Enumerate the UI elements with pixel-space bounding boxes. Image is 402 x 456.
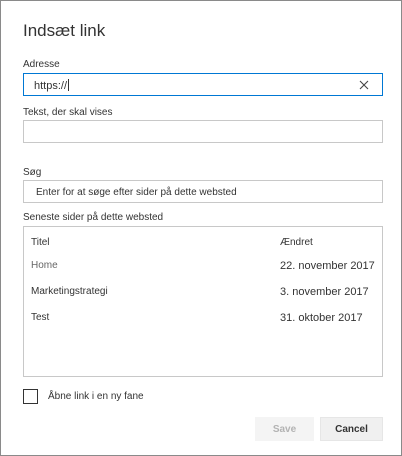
insert-link-dialog: Indsæt link Adresse https:// Tekst, der … — [0, 0, 402, 456]
column-header-title: Titel — [31, 237, 50, 248]
cancel-button[interactable]: Cancel — [320, 417, 383, 441]
display-text-field[interactable] — [23, 120, 383, 143]
row-title: Home — [31, 260, 58, 271]
row-modified: 31. oktober 2017 — [280, 312, 363, 324]
row-title: Test — [31, 312, 50, 323]
close-icon — [359, 80, 369, 90]
address-label: Adresse — [23, 59, 60, 70]
table-row[interactable]: Test 31. oktober 2017 — [24, 307, 382, 331]
row-modified: 22. november 2017 — [280, 260, 375, 272]
dialog-title: Indsæt link — [23, 21, 106, 40]
text-caret — [68, 79, 70, 91]
clear-address-button[interactable] — [356, 77, 372, 93]
recent-pages-table: Titel Ændret Home 22. november 2017 Mark… — [23, 226, 383, 377]
new-tab-checkbox[interactable] — [23, 388, 38, 404]
display-text-label: Tekst, der skal vises — [23, 107, 113, 118]
address-field[interactable]: https:// — [23, 73, 383, 96]
column-header-modified: Ændret — [280, 237, 313, 248]
search-label: Søg — [23, 167, 42, 178]
recent-pages-label: Seneste sider på dette websted — [23, 212, 164, 223]
save-button[interactable]: Save — [255, 417, 314, 441]
new-tab-option[interactable]: Åbne link i en ny fane — [23, 388, 144, 404]
search-input[interactable]: Enter for at søge efter sider på dette w… — [23, 180, 383, 203]
table-row[interactable]: Home 22. november 2017 — [24, 255, 382, 279]
new-tab-label: Åbne link i en ny fane — [48, 390, 144, 402]
address-text: https:// — [34, 80, 68, 92]
row-modified: 3. november 2017 — [280, 286, 369, 298]
table-row[interactable]: Marketingstrategi 3. november 2017 — [24, 281, 382, 305]
row-title: Marketingstrategi — [31, 286, 108, 297]
search-placeholder: Enter for at søge efter sider på dette w… — [36, 187, 237, 198]
address-value: https:// — [34, 79, 70, 92]
